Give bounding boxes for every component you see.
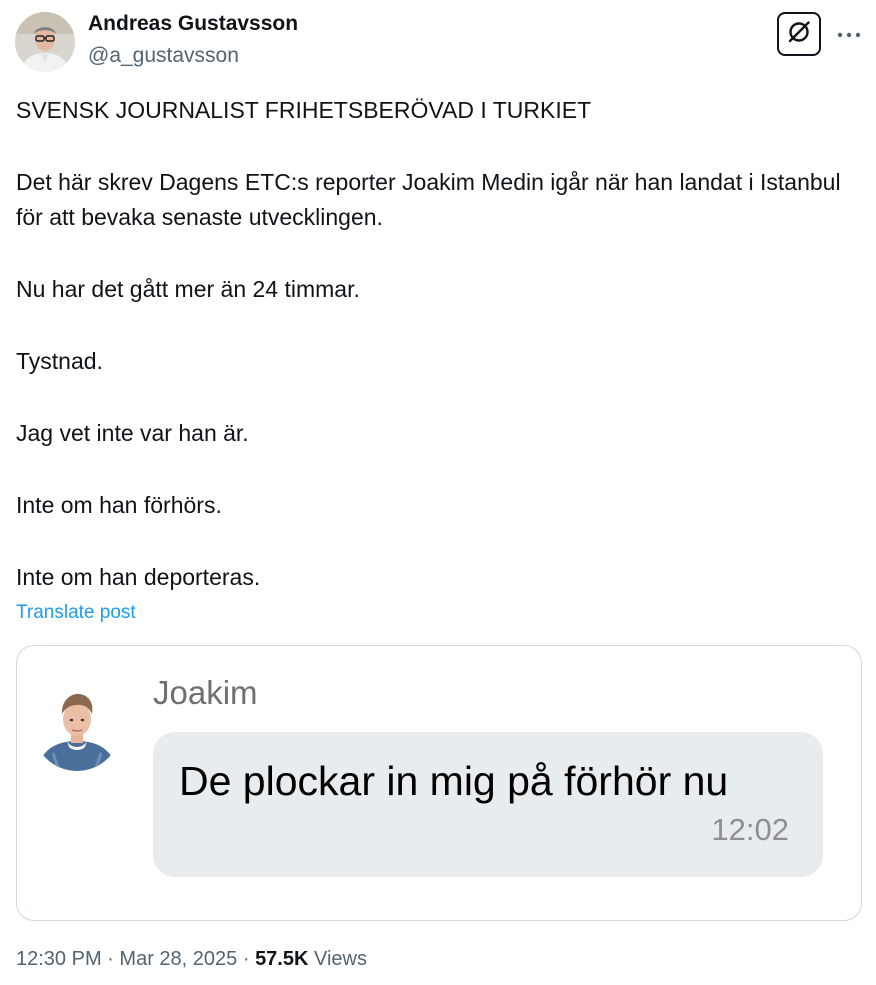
meta-separator: · [242,948,250,970]
post-paragraph: Jag vet inte var han är. [16,420,249,446]
post-media-image[interactable]: Joakim De plockar in mig på förhör nu 12… [16,645,862,921]
message-text: De plockar in mig på förhör nu [179,758,729,804]
translate-post-link[interactable]: Translate post [16,602,136,624]
contact-name: Joakim [153,674,258,711]
post-headline: SVENSK JOURNALIST FRIHETSBERÖVAD I TURKI… [16,97,592,123]
author-display-name[interactable]: Andreas Gustavsson [88,12,298,36]
author-handle[interactable]: @a_gustavsson [88,44,239,68]
post-meta: 12:30 PM · Mar 28, 2025 · 57.5K Views [16,948,367,971]
message-bubble: De plockar in mig på förhör nu 12:02 [153,732,823,877]
more-options-button[interactable] [832,18,866,52]
message-time: 12:02 [711,812,789,847]
grok-icon [786,19,812,50]
post-date[interactable]: Mar 28, 2025 [119,948,237,970]
views-count: 57.5K [255,948,309,970]
post-paragraph: Inte om han förhörs. [16,492,222,518]
post-paragraph: Det här skrev Dagens ETC:s reporter Joak… [16,169,841,230]
views-label: Views [314,948,367,970]
post-paragraph: Inte om han deporteras. [16,564,261,590]
contact-avatar [33,683,121,771]
author-avatar[interactable] [15,12,75,72]
post-text: SVENSK JOURNALIST FRIHETSBERÖVAD I TURKI… [16,93,862,595]
more-horizontal-icon [837,26,861,44]
meta-separator: · [107,948,114,970]
post-paragraph: Nu har det gått mer än 24 timmar. [16,276,360,302]
post-time[interactable]: 12:30 PM [16,948,102,970]
grok-button[interactable] [777,12,821,56]
post-paragraph: Tystnad. [16,348,103,374]
